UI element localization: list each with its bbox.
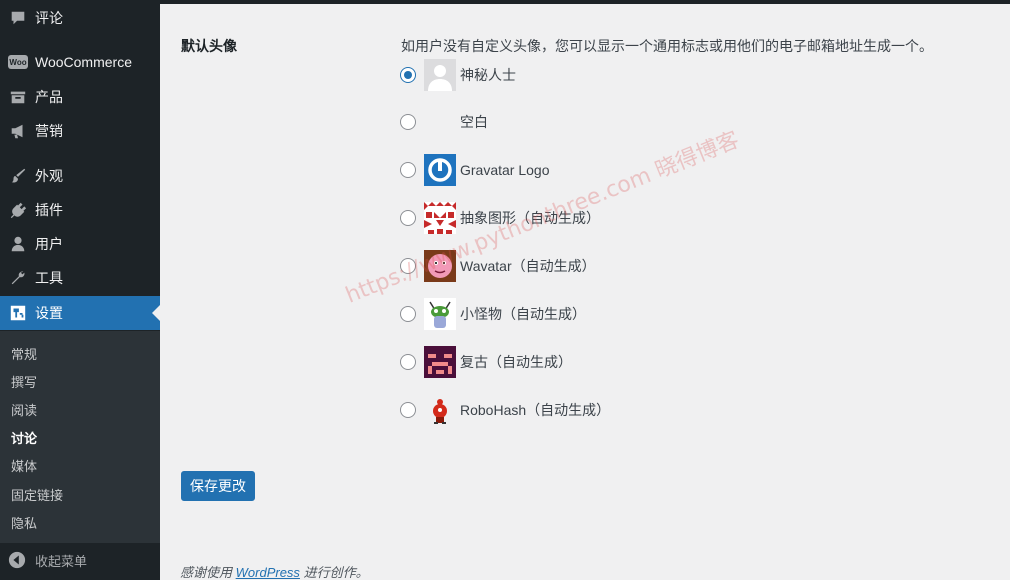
- avatar-option-monsterid[interactable]: 小怪物（自动生成）: [400, 297, 586, 331]
- submenu-general[interactable]: 常规: [11, 344, 37, 363]
- avatar-option-label: 抽象图形（自动生成）: [460, 210, 600, 226]
- wavatar-avatar-icon: [424, 250, 456, 282]
- admin-sidebar: 评论 Woo WooCommerce 产品 营销 外观 插件 用户 工具 设置 …: [0, 0, 160, 580]
- radio-button[interactable]: [400, 402, 416, 418]
- menu-label: 用户: [35, 236, 63, 252]
- menu-item-woocommerce[interactable]: Woo WooCommerce: [0, 45, 160, 79]
- menu-item-appearance[interactable]: 外观: [0, 159, 160, 193]
- avatar-option-label: 复古（自动生成）: [460, 354, 572, 370]
- robohash-avatar-icon: [424, 394, 456, 426]
- avatar-option-label: 空白: [460, 114, 488, 130]
- menu-item-products[interactable]: 产品: [0, 80, 160, 114]
- collapse-label: 收起菜单: [35, 553, 88, 569]
- avatar-option-label: 神秘人士: [460, 67, 516, 83]
- default-avatar-label: 默认头像: [181, 38, 237, 54]
- submenu-media[interactable]: 媒体: [11, 456, 37, 475]
- submenu-permalinks[interactable]: 固定链接: [11, 485, 63, 504]
- blank-avatar: [424, 106, 456, 138]
- monsterid-avatar-icon: [424, 298, 456, 330]
- avatar-option-label: Gravatar Logo: [460, 162, 550, 178]
- plugin-icon: [8, 200, 28, 220]
- user-icon: [8, 234, 28, 254]
- megaphone-icon: [8, 121, 28, 141]
- avatar-option-wavatar[interactable]: Wavatar（自动生成）: [400, 249, 596, 283]
- avatar-option-retro[interactable]: 复古（自动生成）: [400, 345, 572, 379]
- gravatar-logo-icon: [424, 154, 456, 186]
- avatar-option-robohash[interactable]: RoboHash（自动生成）: [400, 393, 610, 427]
- radio-button[interactable]: [400, 114, 416, 130]
- avatar-option-label: Wavatar（自动生成）: [460, 258, 596, 274]
- submenu-discussion[interactable]: 讨论: [11, 428, 37, 447]
- radio-button[interactable]: [400, 210, 416, 226]
- mystery-person-avatar-icon: [424, 59, 456, 91]
- wordpress-link[interactable]: WordPress: [236, 565, 300, 580]
- menu-label: 外观: [35, 168, 63, 184]
- radio-button[interactable]: [400, 306, 416, 322]
- menu-label: 营销: [35, 123, 63, 139]
- collapse-menu-button[interactable]: 收起菜单: [0, 544, 160, 576]
- radio-button[interactable]: [400, 258, 416, 274]
- submenu-reading[interactable]: 阅读: [11, 400, 37, 419]
- menu-item-users[interactable]: 用户: [0, 227, 160, 261]
- menu-label: 设置: [35, 305, 63, 321]
- save-changes-button[interactable]: 保存更改: [181, 471, 255, 501]
- paintbrush-icon: [8, 166, 28, 186]
- submenu-writing[interactable]: 撰写: [11, 372, 37, 391]
- avatar-option-blank[interactable]: 空白: [400, 105, 488, 139]
- identicon-avatar-icon: [424, 202, 456, 234]
- collapse-arrow-icon: [8, 551, 26, 569]
- radio-button[interactable]: [400, 354, 416, 370]
- avatar-option-identicon[interactable]: 抽象图形（自动生成）: [400, 201, 600, 235]
- avatar-option-label: 小怪物（自动生成）: [460, 306, 586, 322]
- menu-item-marketing[interactable]: 营销: [0, 114, 160, 148]
- avatar-option-gravatar[interactable]: Gravatar Logo: [400, 153, 550, 187]
- settings-submenu: 常规 撰写 阅读 讨论 媒体 固定链接 隐私: [0, 331, 160, 543]
- wrench-icon: [8, 268, 28, 288]
- menu-label: WooCommerce: [35, 54, 132, 70]
- retro-avatar-icon: [424, 346, 456, 378]
- submenu-privacy[interactable]: 隐私: [11, 513, 37, 532]
- menu-label: 插件: [35, 202, 63, 218]
- menu-item-plugins[interactable]: 插件: [0, 193, 160, 227]
- comment-icon: [8, 8, 28, 28]
- menu-item-tools[interactable]: 工具: [0, 261, 160, 295]
- default-avatar-description: 如用户没有自定义头像，您可以显示一个通用标志或用他们的电子邮箱地址生成一个。: [401, 38, 933, 54]
- avatar-option-mystery[interactable]: 神秘人士: [400, 58, 516, 92]
- active-indicator: [152, 305, 160, 321]
- footer-prefix: 感谢使用: [180, 565, 233, 580]
- menu-label: 工具: [35, 270, 63, 286]
- avatar-option-label: RoboHash（自动生成）: [460, 402, 611, 418]
- radio-button[interactable]: [400, 67, 416, 83]
- archive-icon: [8, 87, 28, 107]
- settings-content: 默认头像 如用户没有自定义头像，您可以显示一个通用标志或用他们的电子邮箱地址生成…: [160, 4, 1010, 580]
- menu-label: 产品: [35, 89, 63, 105]
- woocommerce-icon: Woo: [8, 52, 28, 72]
- menu-item-comments[interactable]: 评论: [0, 1, 160, 35]
- radio-button[interactable]: [400, 162, 416, 178]
- menu-item-settings[interactable]: 设置: [0, 296, 160, 330]
- footer-suffix: 进行创作。: [303, 565, 369, 580]
- admin-footer: 感谢使用 WordPress 进行创作。: [180, 562, 369, 580]
- settings-icon: [8, 303, 28, 323]
- menu-label: 评论: [35, 10, 63, 26]
